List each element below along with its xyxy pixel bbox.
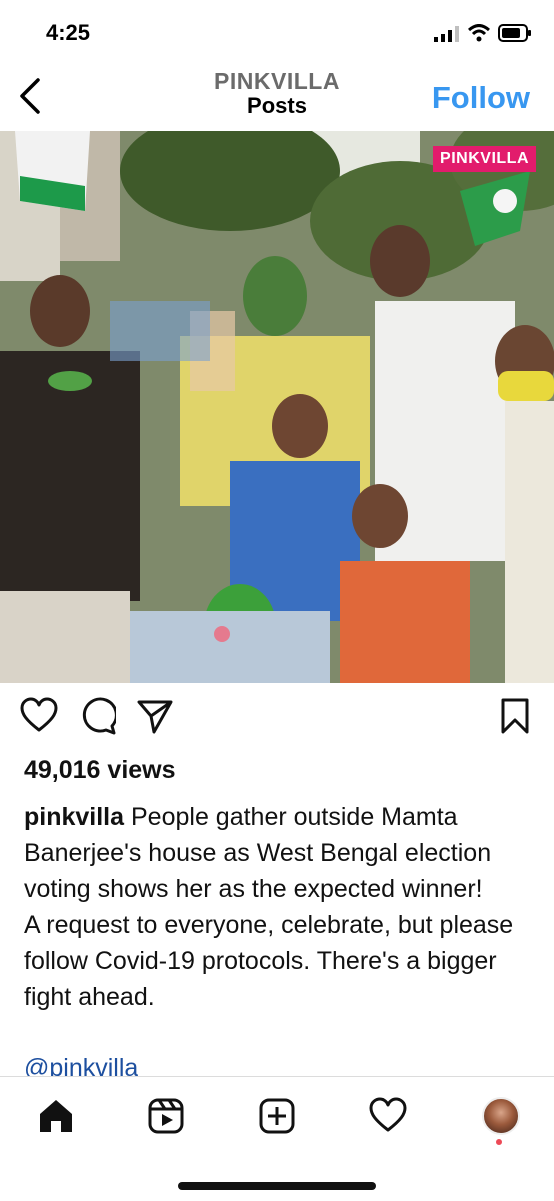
account-name: PINKVILLA: [214, 68, 340, 94]
home-icon[interactable]: [37, 1097, 75, 1135]
view-count[interactable]: 49,016 views: [24, 756, 176, 785]
video-watermark: PINKVILLA: [433, 146, 536, 172]
post-video[interactable]: PINKVILLA: [0, 131, 554, 683]
send-icon[interactable]: [136, 696, 174, 736]
post-caption: pinkvilla People gather outside Mamta Ba…: [24, 799, 534, 1015]
heart-icon[interactable]: [20, 696, 58, 736]
status-time: 4:25: [46, 20, 91, 45]
home-indicator[interactable]: [178, 1182, 376, 1190]
status-bar: 4:25: [0, 0, 554, 60]
wifi-icon: [468, 24, 490, 42]
crowd-scene-illustration: [0, 131, 554, 683]
activity-heart-icon[interactable]: [369, 1097, 407, 1135]
caption-text-2: A request to everyone, celebrate, but pl…: [24, 911, 514, 1011]
battery-icon: [498, 24, 531, 42]
reels-icon[interactable]: [147, 1097, 185, 1135]
post-action-bar: [0, 696, 554, 742]
back-arrow-icon[interactable]: [14, 76, 48, 116]
caption-username[interactable]: pinkvilla: [24, 803, 124, 831]
page-title: Posts: [247, 93, 307, 118]
notification-dot: [496, 1139, 502, 1145]
header-title-group: PINKVILLA Posts: [177, 68, 377, 118]
post-header: PINKVILLA Posts Follow: [0, 60, 554, 130]
comment-icon[interactable]: [78, 696, 116, 736]
new-post-icon[interactable]: [258, 1097, 296, 1135]
cellular-signal-icon: [434, 26, 459, 42]
follow-button[interactable]: Follow: [432, 80, 530, 116]
profile-avatar[interactable]: [482, 1097, 520, 1135]
bookmark-icon[interactable]: [496, 696, 534, 736]
caption-mention-link[interactable]: @pinkvilla: [24, 1053, 138, 1077]
